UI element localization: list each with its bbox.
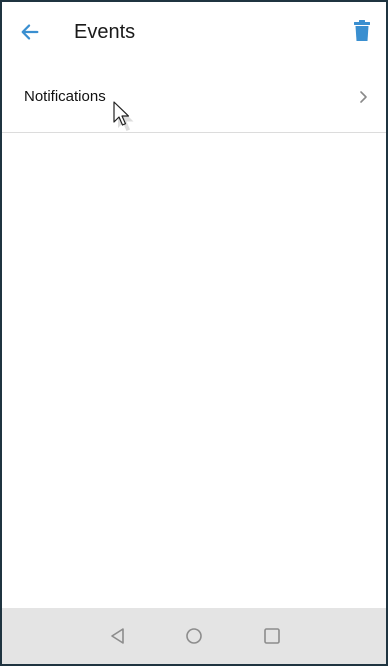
trash-icon [354,20,370,41]
page-title: Events [74,21,136,43]
app-bar: Events [2,2,386,60]
chevron-right-icon [356,88,370,106]
system-navigation-bar [2,608,386,664]
list-item-notifications[interactable]: Notifications [2,64,386,133]
nav-home-circle-icon [186,628,202,644]
system-recents-button[interactable] [260,624,284,648]
nav-back-triangle-icon [111,628,124,644]
delete-button[interactable] [348,17,376,45]
system-home-button[interactable] [182,624,206,648]
back-button[interactable] [16,18,44,46]
nav-recents-square-icon [264,628,280,644]
screen-frame: Events Notifications [0,0,388,666]
system-back-button[interactable] [106,624,130,648]
list-item-label: Notifications [24,88,106,105]
arrow-left-icon [21,24,39,40]
